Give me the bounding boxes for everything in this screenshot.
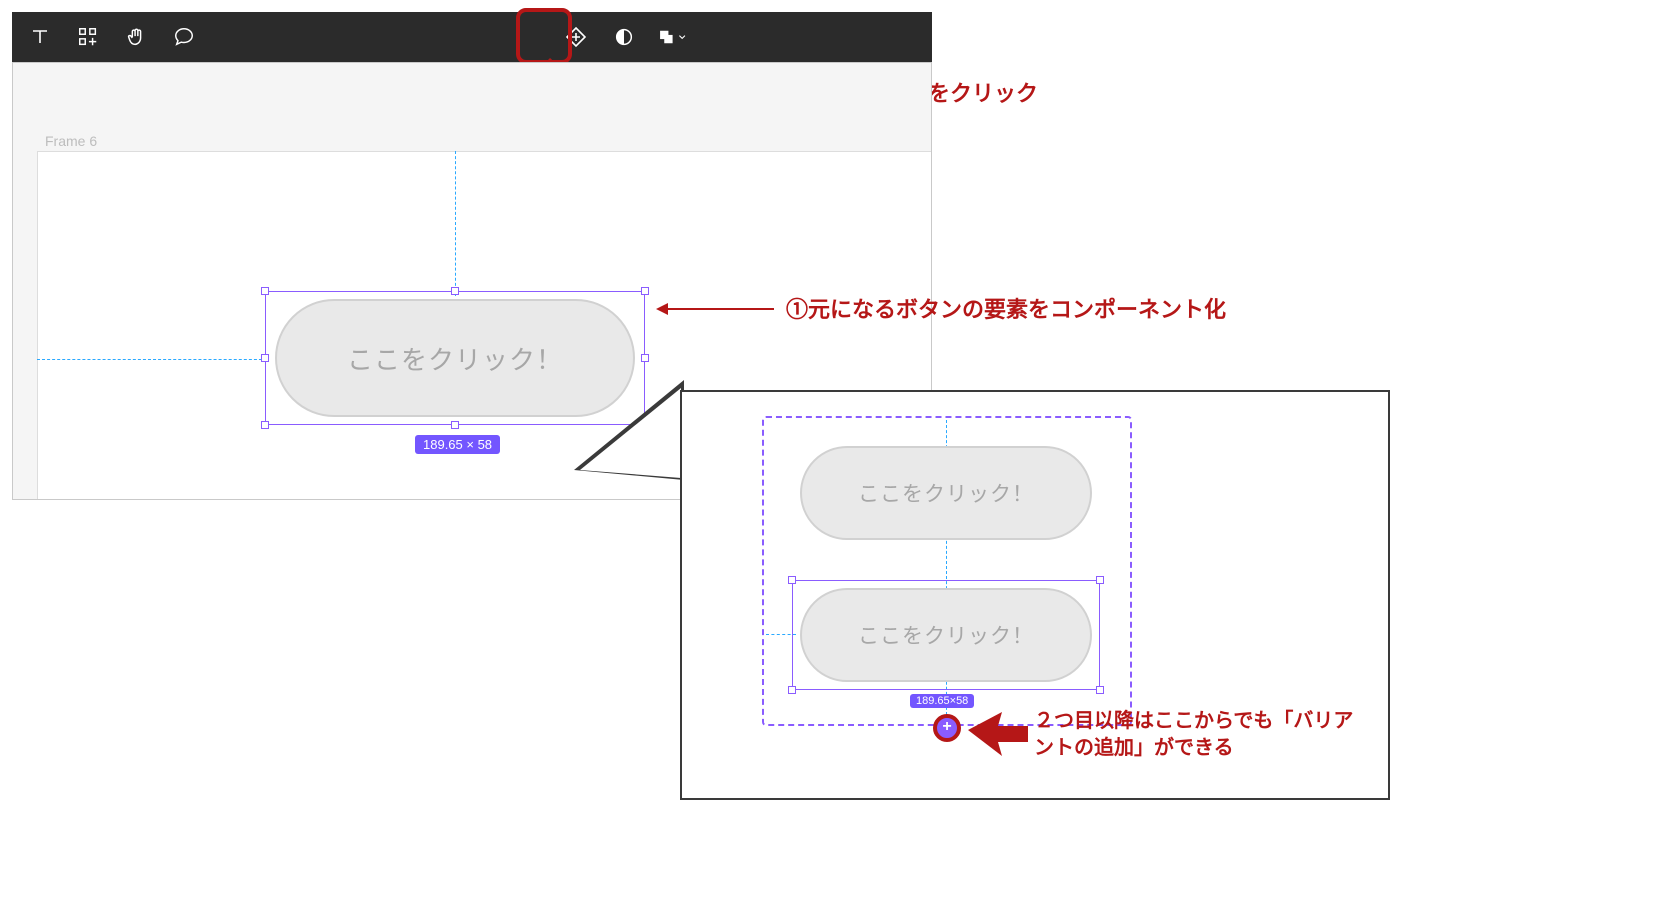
button-label: ここをクリック！: [858, 478, 1034, 508]
selection-handle[interactable]: [641, 287, 649, 295]
hand-tool[interactable]: [122, 23, 150, 51]
selection-handle[interactable]: [1096, 576, 1104, 584]
variant-button-1[interactable]: ここをクリック！: [800, 446, 1092, 540]
annotation-step1: ①元になるボタンの要素をコンポーネント化: [786, 292, 1226, 324]
callout-panel: ここをクリック！ ここをクリック！ 189.65×58 + ２つ目以降はここから…: [680, 390, 1390, 800]
alignment-guide-vertical: [455, 151, 456, 296]
selection-handle[interactable]: [788, 576, 796, 584]
alignment-guide-horizontal: [37, 359, 267, 360]
selection-box: [792, 580, 1100, 690]
frame-label: Frame 6: [45, 133, 97, 149]
annotation-line-2: ントの追加」ができる: [1034, 737, 1234, 759]
selection-handle[interactable]: [1096, 686, 1104, 694]
annotation-cursor-arrow-plus: [968, 712, 1028, 756]
selection-handle[interactable]: [451, 421, 459, 429]
selection-handle[interactable]: [788, 686, 796, 694]
mask-tool[interactable]: [610, 23, 638, 51]
toolbar: [12, 12, 932, 62]
chevron-down-icon: [678, 32, 686, 42]
selection-handle[interactable]: [641, 354, 649, 362]
components-tool[interactable]: [74, 23, 102, 51]
annotation-arrow-step1: [656, 300, 776, 318]
boolean-tool[interactable]: [658, 23, 686, 51]
annotation-plus-note: ２つ目以降はここからでも「バリア ントの追加」ができる: [1034, 708, 1353, 762]
comment-tool[interactable]: [170, 23, 198, 51]
annotation-line-1: ２つ目以降はここからでも「バリア: [1034, 710, 1353, 732]
selection-handle[interactable]: [261, 421, 269, 429]
size-badge: 189.65×58: [910, 694, 974, 708]
add-variant-button[interactable]: [562, 23, 590, 51]
callout-tail-fill: [580, 388, 681, 478]
selection-handle[interactable]: [261, 287, 269, 295]
annotation-circle-plus: [933, 714, 961, 742]
selection-handle[interactable]: [451, 287, 459, 295]
size-badge: 189.65 × 58: [415, 435, 500, 454]
selection-handle[interactable]: [261, 354, 269, 362]
text-tool[interactable]: [26, 23, 54, 51]
